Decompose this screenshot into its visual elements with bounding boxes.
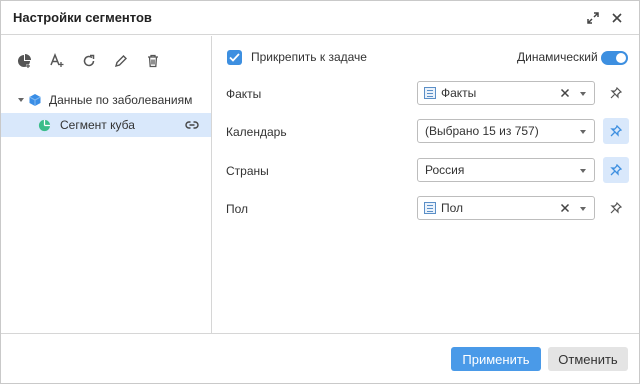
cancel-button[interactable]: Отменить xyxy=(548,347,628,371)
calendar-select[interactable]: (Выбрано 15 из 757) xyxy=(417,119,595,143)
field-label-facts: Факты xyxy=(226,87,262,101)
cube-icon xyxy=(28,93,42,107)
countries-select-value: Россия xyxy=(425,163,465,177)
segments-panel: Данные по заболеваниям Сегмент куба xyxy=(1,36,212,333)
pin-icon xyxy=(610,87,622,99)
facts-pin-button[interactable] xyxy=(603,80,629,106)
calendar-pin-button[interactable] xyxy=(603,118,629,144)
dynamic-toggle[interactable] xyxy=(601,51,628,65)
dialog-titlebar: Настройки сегментов xyxy=(1,1,639,35)
calendar-select-value: (Выбрано 15 из 757) xyxy=(425,124,539,138)
dimension-icon xyxy=(424,202,436,214)
tree-item-label: Сегмент куба xyxy=(60,118,135,132)
pin-to-task-checkbox[interactable] xyxy=(227,50,242,65)
gender-select[interactable]: Пол xyxy=(417,196,595,220)
field-label-countries: Страны xyxy=(226,164,269,178)
tree-item-segment[interactable]: Сегмент куба xyxy=(1,113,211,137)
dialog-title: Настройки сегментов xyxy=(13,10,152,25)
countries-pin-button[interactable] xyxy=(603,157,629,183)
countries-select[interactable]: Россия xyxy=(417,158,595,182)
chevron-down-icon[interactable] xyxy=(580,207,586,211)
facts-select[interactable]: Факты xyxy=(417,81,595,105)
chevron-down-icon[interactable] xyxy=(580,130,586,134)
refresh-icon[interactable] xyxy=(79,51,99,71)
clear-icon[interactable] xyxy=(558,201,572,215)
field-label-calendar: Календарь xyxy=(226,125,287,139)
field-label-gender: Пол xyxy=(226,202,249,216)
pin-icon xyxy=(610,202,622,214)
toggle-knob xyxy=(616,53,626,63)
dimension-icon xyxy=(424,87,436,99)
gender-pin-button[interactable] xyxy=(603,195,629,221)
dynamic-label: Динамический xyxy=(517,50,598,64)
add-text-segment-icon[interactable] xyxy=(47,51,67,71)
pin-icon xyxy=(610,125,622,137)
gender-select-value: Пол xyxy=(441,201,464,215)
maximize-icon[interactable] xyxy=(583,8,603,28)
pin-to-task-label: Прикрепить к задаче xyxy=(251,50,367,64)
delete-icon[interactable] xyxy=(143,51,163,71)
edit-icon[interactable] xyxy=(111,51,131,71)
segment-settings-panel: Прикрепить к задаче Динамический Факты Ф… xyxy=(213,36,639,333)
close-icon[interactable] xyxy=(607,8,627,28)
tree-item-label: Данные по заболеваниям xyxy=(49,93,193,107)
chevron-down-icon[interactable] xyxy=(580,169,586,173)
apply-button[interactable]: Применить xyxy=(451,347,541,371)
facts-select-value: Факты xyxy=(441,86,477,100)
segment-pie-icon xyxy=(38,119,51,132)
dialog-footer: Применить Отменить xyxy=(1,333,639,383)
chevron-down-icon[interactable] xyxy=(580,92,586,96)
expand-arrow-icon[interactable] xyxy=(17,93,25,107)
tree-item-cube[interactable]: Данные по заболеваниям xyxy=(1,88,211,112)
link-icon[interactable] xyxy=(185,119,199,131)
segment-settings-dialog: Настройки сегментов Данные по заболевани… xyxy=(0,0,640,384)
clear-icon[interactable] xyxy=(558,86,572,100)
pin-icon xyxy=(610,164,622,176)
add-segment-icon[interactable] xyxy=(15,51,35,71)
